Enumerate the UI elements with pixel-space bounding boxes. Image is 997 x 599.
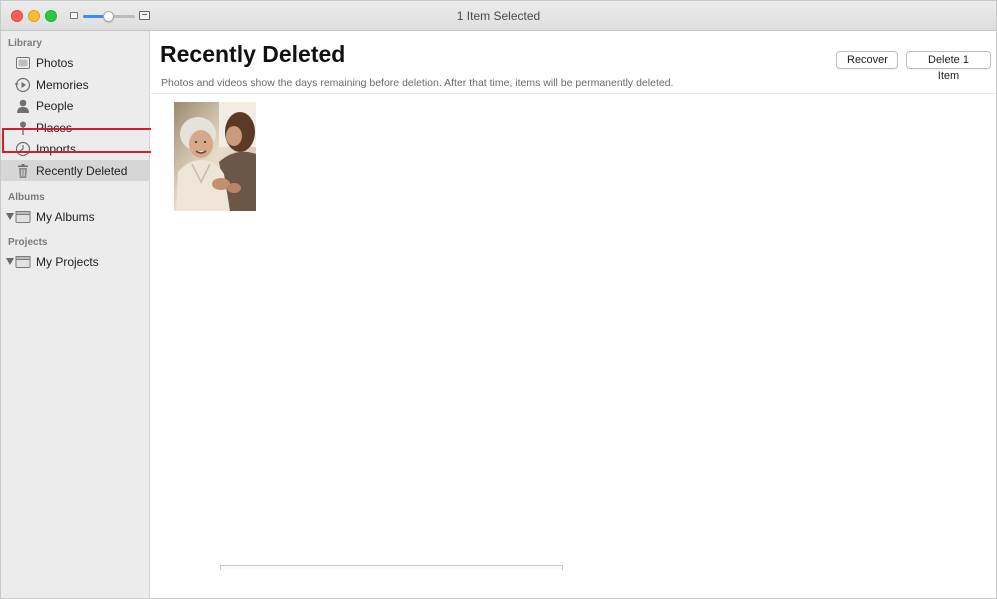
disclosure-triangle-icon[interactable]	[6, 258, 14, 265]
people-icon	[15, 98, 31, 114]
sidebar-item-my-albums[interactable]: My Albums	[1, 206, 150, 227]
photo-thumbnail[interactable]	[174, 102, 256, 211]
sidebar-section-projects: Projects	[8, 237, 48, 248]
sidebar-section-albums: Albums	[8, 192, 45, 203]
title-bar: 1 Item Selected	[1, 1, 996, 31]
photos-window: 1 Item Selected Library Photos Memories …	[0, 0, 997, 599]
sidebar-item-people[interactable]: People	[1, 95, 150, 116]
sidebar-item-photos[interactable]: Photos	[1, 52, 150, 73]
folder-icon	[15, 209, 31, 225]
window-title: 1 Item Selected	[456, 9, 541, 23]
disclosure-triangle-icon[interactable]	[6, 213, 14, 220]
main-content: Recently Deleted Photos and videos show …	[151, 31, 996, 598]
sidebar-item-label: My Projects	[36, 255, 99, 269]
sidebar-item-label: Photos	[36, 56, 74, 70]
selection-highlight-annotation	[2, 128, 154, 153]
delete-items-button[interactable]: Delete 1 Item	[906, 51, 991, 82]
sidebar-section-library: Library	[8, 38, 42, 49]
content-divider	[151, 93, 996, 94]
recover-button[interactable]: Recover	[836, 51, 898, 69]
sidebar-item-memories[interactable]: Memories	[1, 74, 150, 95]
page-title: Recently Deleted	[160, 41, 346, 67]
sidebar-item-label: People	[36, 99, 74, 113]
memories-icon	[15, 77, 31, 93]
sidebar: Library Photos Memories People Places Im…	[1, 31, 150, 598]
sidebar-item-label: Memories	[36, 78, 89, 92]
sidebar-item-my-projects[interactable]: My Projects	[1, 251, 150, 272]
sidebar-item-label: Recently Deleted	[36, 164, 128, 178]
folder-icon	[15, 254, 31, 270]
trash-icon	[15, 163, 31, 179]
page-subtitle: Photos and videos show the days remainin…	[161, 77, 674, 89]
bottom-scroll-indicator	[220, 565, 563, 570]
photos-icon	[15, 55, 31, 71]
sidebar-item-recently-deleted[interactable]: Recently Deleted	[1, 160, 150, 181]
sidebar-item-label: My Albums	[36, 210, 95, 224]
